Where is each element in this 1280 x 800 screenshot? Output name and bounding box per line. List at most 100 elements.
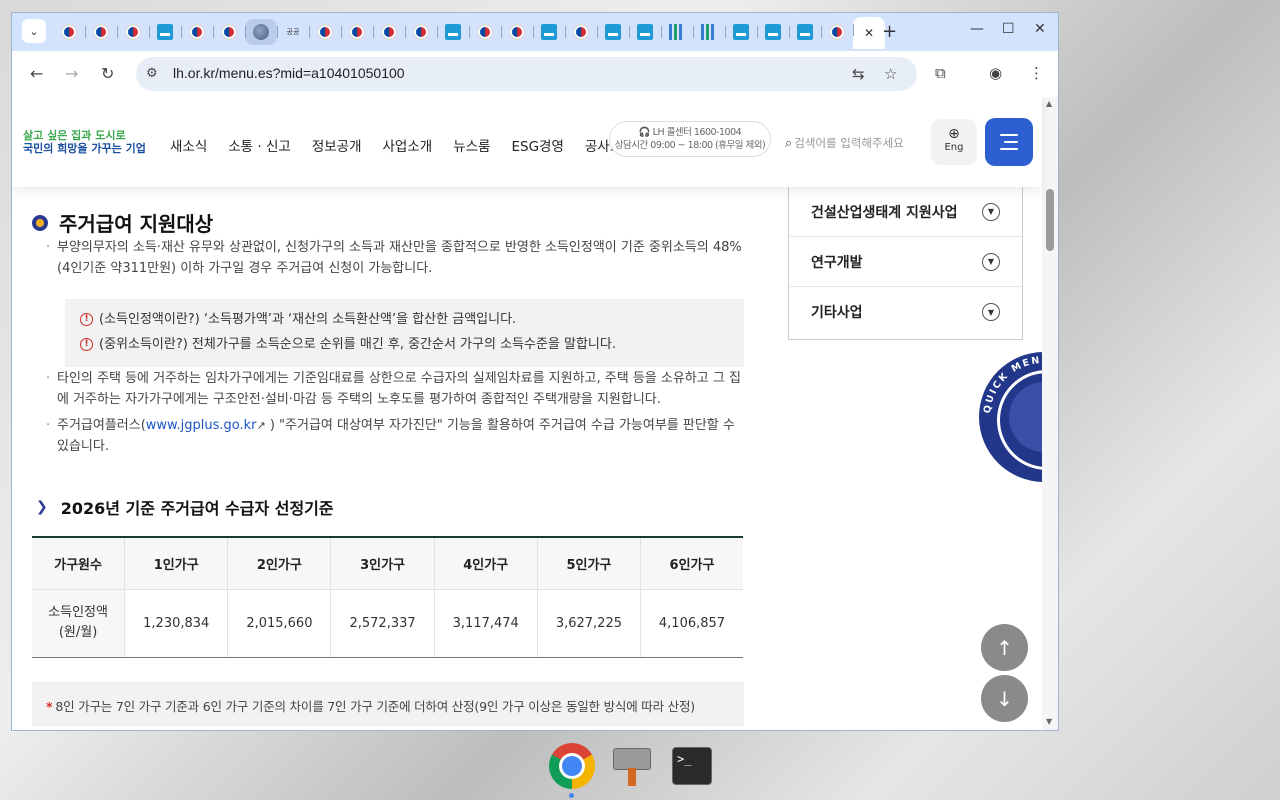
browser-tab[interactable] bbox=[501, 19, 533, 45]
browser-tab[interactable] bbox=[181, 19, 213, 45]
browser-tab[interactable] bbox=[597, 19, 629, 45]
site-logo[interactable]: 살고 싶은 집과 도시로 국민의 희망을 가꾸는 기업 bbox=[23, 129, 146, 155]
more-menu-icon[interactable]: ⋮ bbox=[1029, 64, 1044, 82]
taskbar-tool-app[interactable] bbox=[609, 740, 655, 792]
browser-tab[interactable] bbox=[629, 19, 661, 45]
scroll-up-arrow-icon[interactable]: ▲ bbox=[1046, 99, 1052, 108]
nav-item[interactable]: ESG경영 bbox=[511, 135, 563, 155]
site-favicon-icon bbox=[189, 24, 205, 40]
site-header: 살고 싶은 집과 도시로 국민의 희망을 가꾸는 기업 새소식 소통 · 신고 정보… bbox=[12, 97, 1042, 187]
minimize-button[interactable]: — bbox=[970, 21, 984, 37]
nav-item[interactable]: 정보공개 bbox=[312, 135, 362, 155]
browser-tab[interactable] bbox=[565, 19, 597, 45]
scrollbar-thumb[interactable] bbox=[1046, 189, 1054, 251]
main-navigation: 새소식 소통 · 신고 정보공개 사업소개 뉴스룸 ESG경영 공사소개 bbox=[170, 135, 656, 155]
browser-tab[interactable] bbox=[309, 19, 341, 45]
browser-tab[interactable] bbox=[53, 19, 85, 45]
browser-tab[interactable] bbox=[693, 19, 725, 45]
close-window-button[interactable]: ✕ bbox=[1034, 21, 1046, 37]
all-menu-button[interactable] bbox=[985, 118, 1033, 166]
jgplus-link[interactable]: www.jgplus.go.kr bbox=[146, 418, 257, 433]
new-tab-button[interactable]: + bbox=[882, 21, 897, 42]
arrow-up-icon: ↑ bbox=[996, 635, 1013, 660]
criteria-subheading: ❯ 2026년 기준 주거급여 수급자 선정기준 bbox=[36, 499, 334, 518]
back-button[interactable]: ← bbox=[30, 64, 43, 83]
browser-tab[interactable] bbox=[405, 19, 437, 45]
extensions-icon[interactable]: ⧉ bbox=[935, 64, 946, 82]
lh-favicon-icon bbox=[541, 24, 557, 40]
browser-tab[interactable] bbox=[725, 19, 757, 45]
table-header-cell: 2인가구 bbox=[227, 537, 331, 590]
site-favicon-icon bbox=[701, 24, 717, 40]
chevron-down-icon[interactable]: ▼ bbox=[982, 252, 1000, 271]
chevron-down-icon[interactable]: ▼ bbox=[982, 202, 1000, 221]
nav-item[interactable]: 소통 · 신고 bbox=[228, 135, 291, 155]
sidebar-item[interactable]: 건설산업생태계 지원사업 ▼ bbox=[789, 187, 1022, 237]
taskbar-chrome[interactable] bbox=[549, 740, 595, 798]
lh-favicon-icon bbox=[445, 24, 461, 40]
site-favicon-icon bbox=[349, 24, 365, 40]
browser-tab[interactable] bbox=[757, 19, 789, 45]
note-median: ! (중위소득이란?) 전체가구를 소득순으로 순위를 매긴 후, 중간순서 가구… bbox=[80, 332, 744, 357]
browser-tab[interactable] bbox=[85, 19, 117, 45]
reload-button[interactable]: ↻ bbox=[101, 64, 114, 83]
table-cell: 2,015,660 bbox=[227, 589, 331, 658]
page-scrollbar[interactable]: ▲ ▼ bbox=[1042, 97, 1058, 730]
lh-favicon-icon bbox=[157, 24, 173, 40]
scroll-down-arrow-icon[interactable]: ▼ bbox=[1046, 717, 1052, 726]
browser-tab[interactable] bbox=[149, 19, 181, 45]
browser-tab[interactable] bbox=[117, 19, 149, 45]
nav-item[interactable]: 사업소개 bbox=[383, 135, 433, 155]
bookmark-star-icon[interactable]: ☆ bbox=[884, 65, 897, 83]
browser-tab[interactable] bbox=[341, 19, 373, 45]
lh-favicon-icon bbox=[797, 24, 813, 40]
table-header-cell: 가구원수 bbox=[32, 537, 125, 590]
lh-favicon-icon bbox=[637, 24, 653, 40]
site-info-icon[interactable]: ⚙ bbox=[146, 66, 158, 81]
browser-tab[interactable] bbox=[373, 19, 405, 45]
browser-tab[interactable] bbox=[213, 19, 245, 45]
maximize-button[interactable]: ☐ bbox=[1002, 21, 1015, 37]
site-favicon-icon: 공공 bbox=[286, 28, 300, 36]
nav-item[interactable]: 새소식 bbox=[170, 135, 207, 155]
chevron-down-icon: ⌄ bbox=[29, 24, 39, 38]
browser-tab[interactable]: 공공 bbox=[277, 19, 309, 45]
nav-item[interactable]: 뉴스룸 bbox=[453, 135, 490, 155]
tab-strip: ⌄ 공공 ✕ + — ☐ ✕ bbox=[12, 13, 1058, 51]
arrow-down-icon: ↓ bbox=[996, 686, 1013, 711]
site-search[interactable]: ⌕ 검색어를 입력해주세요 bbox=[785, 135, 904, 151]
sidebar-item[interactable]: 기타사업 ▼ bbox=[789, 287, 1022, 337]
profile-icon[interactable]: ◉ bbox=[989, 64, 1002, 82]
browser-tab[interactable] bbox=[789, 19, 821, 45]
language-button[interactable]: ⊕ Eng bbox=[931, 119, 977, 165]
lh-favicon-icon bbox=[605, 24, 621, 40]
browser-tab[interactable] bbox=[245, 19, 277, 45]
close-tab-icon[interactable]: ✕ bbox=[864, 26, 874, 40]
browser-tab[interactable] bbox=[533, 19, 565, 45]
globe-icon: ⊕ bbox=[948, 126, 960, 142]
row-header: 소득인정액 (원/월) bbox=[32, 589, 125, 658]
taskbar-terminal[interactable]: >_ bbox=[669, 740, 715, 792]
url-text: lh.or.kr/menu.es?mid=a10401050100 bbox=[173, 65, 405, 81]
scroll-down-button[interactable]: ↓ bbox=[981, 675, 1028, 722]
chevron-down-icon[interactable]: ▼ bbox=[982, 303, 1000, 321]
table-cell: 3,117,474 bbox=[433, 589, 538, 658]
browser-tab[interactable] bbox=[469, 19, 501, 45]
site-favicon-icon bbox=[93, 24, 109, 40]
browser-tab[interactable] bbox=[437, 19, 469, 45]
address-bar[interactable]: ⚙ lh.or.kr/menu.es?mid=a10401050100 ⇆ ☆ bbox=[136, 57, 917, 91]
forward-button[interactable]: → bbox=[65, 64, 78, 83]
active-tab[interactable]: ✕ bbox=[853, 17, 885, 49]
sidebar-item[interactable]: 연구개발 ▼ bbox=[789, 237, 1022, 287]
translate-icon[interactable]: ⇆ bbox=[852, 65, 865, 83]
scroll-top-button[interactable]: ↑ bbox=[981, 624, 1028, 671]
support-paragraph: 타인의 주택 등에 거주하는 임차가구에게는 기준임대료를 상한으로 수급자의 … bbox=[46, 368, 747, 410]
lh-favicon-icon bbox=[765, 24, 781, 40]
browser-tab[interactable] bbox=[661, 19, 693, 45]
search-input[interactable]: 검색어를 입력해주세요 bbox=[794, 136, 903, 150]
footnote-box: * 8인 가구는 7인 가구 기준과 6인 가구 기준의 차이를 7인 가구 기준… bbox=[32, 682, 744, 726]
browser-tab[interactable] bbox=[821, 19, 853, 45]
table-cell: 2,572,337 bbox=[330, 589, 435, 658]
taskbar: >_ bbox=[549, 740, 715, 798]
tab-search-button[interactable]: ⌄ bbox=[22, 19, 46, 43]
